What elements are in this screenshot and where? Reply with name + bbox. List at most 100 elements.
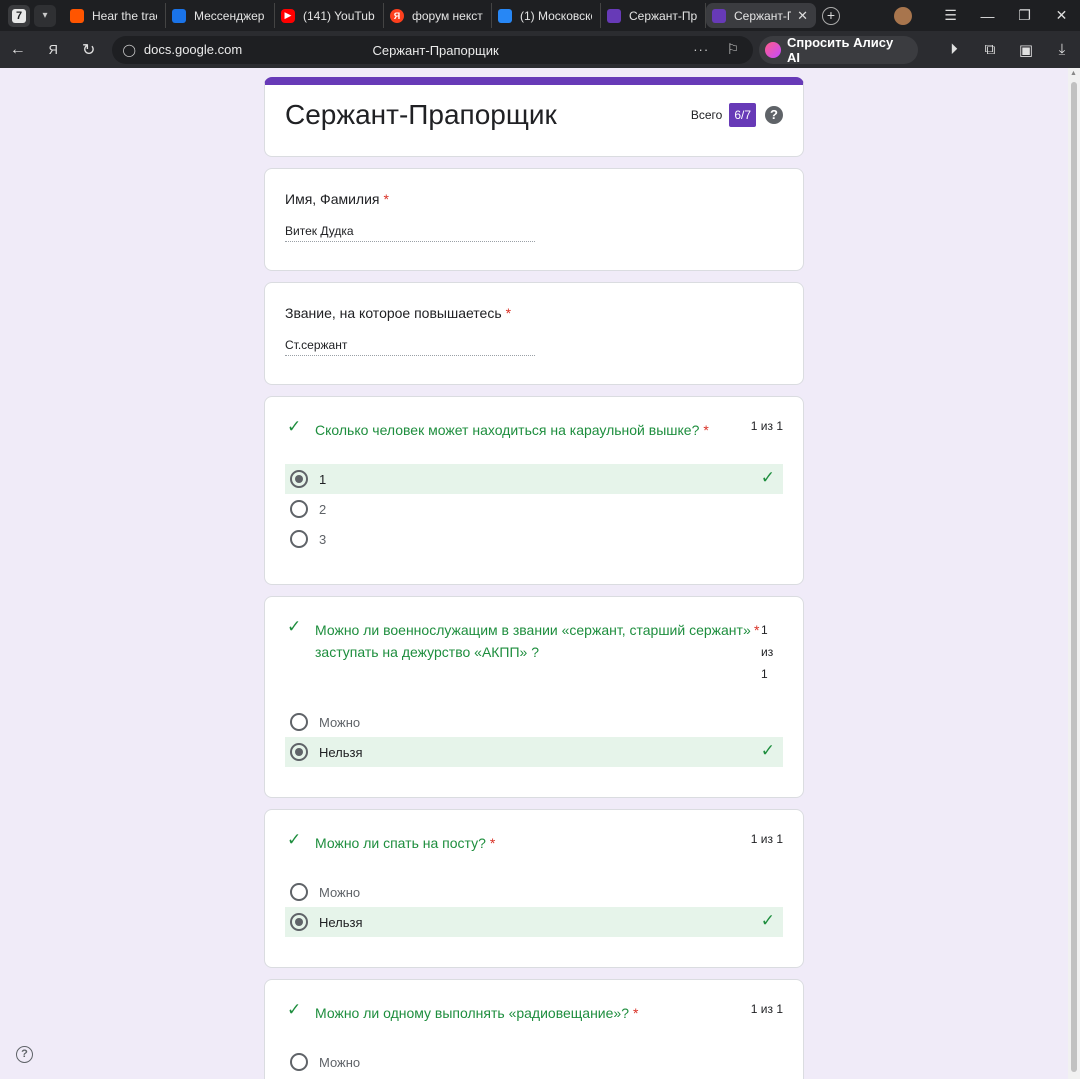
video-translate-icon[interactable]: ⏵ <box>936 41 972 59</box>
profile-avatar[interactable] <box>894 6 912 25</box>
restore-button[interactable]: ❐ <box>1006 7 1043 24</box>
field-label: Звание, на которое повышаетесь <box>285 305 502 321</box>
vk-icon <box>498 8 512 23</box>
correct-check-icon: ✓ <box>287 830 302 849</box>
required-asterisk: * <box>489 835 496 851</box>
field-label: Имя, Фамилия <box>285 191 380 207</box>
rank-field-card: Звание, на которое повышаетесь * Ст.сержа… <box>264 282 804 385</box>
address-bar-row: ← Я ↻ ◯ docs.google.com Сержант-Прапорщи… <box>0 31 1080 68</box>
alisa-icon <box>765 41 781 58</box>
required-asterisk: * <box>633 1005 639 1021</box>
toolbar-right-icons: ⏵ ⧉ ▣ ⤓ <box>936 41 1080 59</box>
quiz-question-card: ✓ Можно ли спать на посту? * 1 из 1 Можно… <box>264 809 804 968</box>
help-icon[interactable]: ? <box>765 106 783 124</box>
google-forms-icon <box>607 8 621 23</box>
question-label: Звание, на которое повышаетесь * <box>285 305 511 321</box>
close-tab-icon[interactable]: ✕ <box>797 8 808 24</box>
option-label: 3 <box>319 531 327 547</box>
google-forms-icon <box>712 8 726 23</box>
option-row: 2 <box>285 494 783 524</box>
correct-check-icon: ✓ <box>287 617 302 636</box>
downloads-icon[interactable]: ⤓ <box>1044 41 1080 59</box>
tab-moscow[interactable]: (1) Московско <box>492 3 601 28</box>
points-max: 1 <box>761 667 768 681</box>
question-points: 1 из 1 <box>750 419 783 433</box>
new-tab-button[interactable]: + <box>822 6 840 25</box>
option-row: 1 ✓ <box>285 464 783 494</box>
help-circle-icon[interactable]: ? <box>16 1046 33 1063</box>
correct-check-icon: ✓ <box>287 1000 302 1019</box>
address-field[interactable]: ◯ docs.google.com Сержант-Прапорщик ··· … <box>112 35 754 64</box>
radio-selected <box>290 470 308 488</box>
page-scrollbar[interactable]: ▲ <box>1068 68 1080 1079</box>
option-label: 1 <box>319 471 327 487</box>
reload-icon[interactable]: ↻ <box>71 40 106 60</box>
total-score: Всего 6/7 ? <box>691 103 783 127</box>
radio-unselected <box>290 1053 308 1071</box>
radio-unselected <box>290 713 308 731</box>
close-window-button[interactable]: ✕ <box>1043 7 1080 24</box>
radio-unselected <box>290 500 308 518</box>
tab-strip: Hear the track Мессенджер ▶ (141) YouTube… <box>64 0 840 31</box>
address-page-title: Сержант-Прапорщик <box>372 42 499 58</box>
option-label: Можно <box>319 714 361 730</box>
site-info-icon[interactable]: ◯ <box>122 43 135 57</box>
question-text: Можно ли спать на посту? * <box>315 832 495 854</box>
form-header-card: Сержант-Прапорщик Всего 6/7 ? <box>264 77 804 157</box>
extension-icon[interactable]: ▣ <box>1008 41 1044 59</box>
correct-answer-check-icon: ✓ <box>760 741 775 760</box>
soundcloud-icon <box>70 8 84 23</box>
minimize-button[interactable]: — <box>969 8 1006 24</box>
ask-alisa-button[interactable]: Спросить Алису AI <box>759 34 918 65</box>
tab-youtube[interactable]: ▶ (141) YouTube <box>275 3 384 28</box>
option-row: Можно <box>285 1047 783 1077</box>
question-text: Можно ли одному выполнять «радиовещание»… <box>315 1002 638 1024</box>
option-row: Можно <box>285 707 783 737</box>
required-asterisk: * <box>383 191 389 207</box>
option-row: Нельзя ✓ <box>285 907 783 937</box>
tab-forum[interactable]: Яфорум некст <box>384 3 492 28</box>
scrollbar-thumb[interactable] <box>1071 82 1077 1072</box>
youtube-icon: ▶ <box>281 8 295 23</box>
tab-forms-1[interactable]: Сержант-Пра <box>601 3 706 28</box>
question-title: Можно ли спать на посту? <box>315 835 486 851</box>
tab-messenger[interactable]: Мессенджер <box>166 3 275 28</box>
more-dots-icon[interactable]: ··· <box>693 42 709 57</box>
back-arrow-icon[interactable]: ← <box>0 41 35 59</box>
points-value: 1 <box>761 623 768 637</box>
question-points: 1 из 1 <box>750 1002 783 1016</box>
question-text: Можно ли военнослужащим в звании «сержан… <box>315 619 751 663</box>
yandex-home-icon[interactable]: Я <box>35 42 70 57</box>
tab-soundcloud[interactable]: Hear the track <box>64 3 166 28</box>
question-title-line1: Можно ли военнослужащим в звании «сержан… <box>315 622 751 638</box>
url-text: docs.google.com <box>143 42 243 57</box>
reader-icon[interactable]: ⧉ <box>972 41 1008 59</box>
tab-label: Мессенджер <box>194 8 265 23</box>
tab-label: Сержант-П <box>734 8 792 23</box>
option-row: Нельзя ✓ <box>285 737 783 767</box>
quiz-question-card: ✓ Можно ли военнослужащим в звании «серж… <box>264 596 804 798</box>
score-label: Всего <box>690 108 723 122</box>
option-label: 2 <box>319 501 327 517</box>
tabs-dropdown-icon[interactable]: ▾ <box>34 4 56 27</box>
correct-answer-check-icon: ✓ <box>760 911 775 930</box>
alisa-label: Спросить Алису AI <box>786 34 894 65</box>
menu-icon[interactable]: ☰ <box>932 7 969 24</box>
tab-label: Сержант-Пра <box>629 8 697 23</box>
scroll-up-icon[interactable]: ▲ <box>1070 70 1077 77</box>
bookmark-icon[interactable]: ⚐ <box>727 41 740 58</box>
form-container: Сержант-Прапорщик Всего 6/7 ? Имя, Фамил… <box>264 77 804 1079</box>
required-asterisk: * <box>754 622 760 638</box>
tab-forms-active[interactable]: Сержант-П ✕ <box>706 3 816 28</box>
question-title: Сколько человек может находиться на кара… <box>315 422 700 438</box>
yandex-icon: Я <box>390 8 404 23</box>
form-title: Сержант-Прапорщик <box>285 99 557 130</box>
name-answer: Витек Дудка <box>285 224 535 242</box>
required-asterisk: * <box>505 305 512 321</box>
question-label: Имя, Фамилия * <box>285 191 389 207</box>
name-field-card: Имя, Фамилия * Витек Дудка <box>264 168 804 271</box>
tab-counter-button[interactable]: 7 <box>8 4 30 27</box>
correct-check-icon: ✓ <box>287 417 302 436</box>
required-asterisk: * <box>703 422 709 438</box>
option-label: Можно <box>319 884 361 900</box>
